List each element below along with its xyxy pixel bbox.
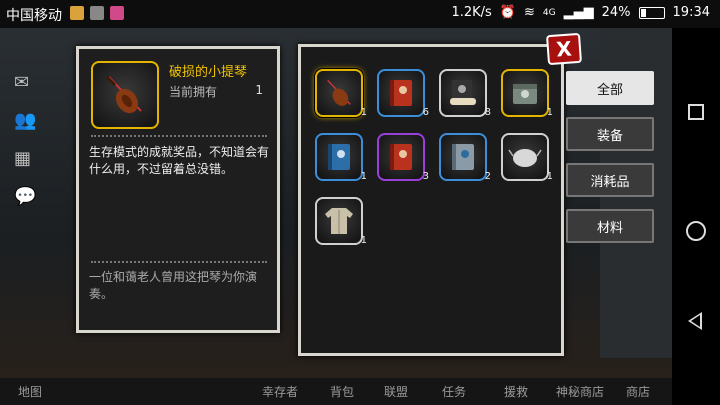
mail-icon[interactable]: ✉ <box>14 72 40 94</box>
item-description: 生存模式的成就奖品，不知道会有什么用，不过留着总没错。 <box>89 145 270 176</box>
item-count: 2 <box>484 171 491 182</box>
clock: 19:34 <box>672 5 710 20</box>
violin-icon <box>327 79 351 106</box>
wifi-icon: ≋ <box>524 5 535 20</box>
friends-icon[interactable]: 👥 <box>14 110 40 132</box>
blue-book-icon <box>328 144 350 170</box>
item-name: 破损的小提琴 <box>169 65 248 80</box>
inventory-slot[interactable]: 1 <box>501 69 553 118</box>
status-bar: 中国移动 1.2K/s ⏰ ≋ 4G ▂▄▆ 24% 19:34 <box>0 0 720 28</box>
mask-icon <box>508 149 542 167</box>
inventory-slot[interactable]: 1 <box>315 197 367 246</box>
tab-consumables[interactable]: 消耗品 <box>566 163 654 197</box>
inventory-slot[interactable]: 1 <box>315 69 367 118</box>
inventory-slot[interactable]: 3 <box>377 133 429 182</box>
inventory-panel: 1 6 8 1 1 3 2 1 1 <box>298 44 564 356</box>
inventory-slot[interactable]: 6 <box>377 69 429 118</box>
item-count: 3 <box>422 171 429 182</box>
green-book-icon <box>513 84 537 104</box>
blueprint-icon <box>450 80 476 105</box>
alarm-icon: ⏰ <box>499 5 517 20</box>
divider <box>91 261 267 263</box>
calendar-icon[interactable]: ▦ <box>14 148 40 170</box>
nav-survivors[interactable]: 幸存者 <box>262 383 298 400</box>
item-count: 8 <box>484 107 491 118</box>
violin-icon <box>91 61 159 129</box>
item-count: 1 <box>360 171 367 182</box>
divider <box>91 135 267 137</box>
tab-materials[interactable]: 材料 <box>566 209 654 243</box>
inventory-slot[interactable]: 2 <box>439 133 491 182</box>
inventory-slot[interactable]: 1 <box>501 133 553 182</box>
bottom-nav: 地图 幸存者 背包 联盟 任务 援救 神秘商店 商店 <box>0 378 672 405</box>
app-notification-icon <box>70 6 84 20</box>
nav-alliance[interactable]: 联盟 <box>384 383 408 400</box>
nav-mystery-shop[interactable]: 神秘商店 <box>556 383 604 400</box>
notification-icons <box>70 6 124 20</box>
chat-icon[interactable]: 💬 <box>14 186 40 208</box>
owned-label: 当前拥有 <box>169 85 218 99</box>
item-count: 1 <box>360 107 367 118</box>
grey-book-icon <box>452 144 474 170</box>
home-icon[interactable] <box>686 221 706 241</box>
left-toolbar: ✉ 👥 ▦ 💬 <box>0 28 52 328</box>
owned-count: 1 <box>255 83 263 97</box>
back-icon[interactable] <box>688 312 702 330</box>
battery-level: 24% <box>601 5 631 20</box>
jacket-icon <box>325 208 353 234</box>
item-detail-panel: 破损的小提琴 当前拥有 1 生存模式的成就奖品，不知道会有什么用，不过留着总没错… <box>76 46 280 333</box>
nav-tasks[interactable]: 任务 <box>442 383 466 400</box>
tab-equipment[interactable]: 装备 <box>566 117 654 151</box>
red-book-icon <box>390 80 412 106</box>
red-book-icon <box>390 144 412 170</box>
nav-shop[interactable]: 商店 <box>626 383 650 400</box>
app-notification-icon <box>90 6 104 20</box>
item-count: 1 <box>546 107 553 118</box>
nav-map[interactable]: 地图 <box>18 383 42 400</box>
nav-rescue[interactable]: 援救 <box>504 383 528 400</box>
network-type: 4G <box>542 7 556 18</box>
inventory-slot[interactable]: 8 <box>439 69 491 118</box>
app-notification-icon <box>110 6 124 20</box>
recent-apps-icon[interactable] <box>688 104 704 120</box>
item-count: 1 <box>360 235 367 246</box>
inventory-slot[interactable]: 1 <box>315 133 367 182</box>
android-nav-bar <box>672 28 720 405</box>
nav-backpack[interactable]: 背包 <box>330 383 354 400</box>
item-count: 6 <box>422 107 429 118</box>
signal-icon: ▂▄▆ <box>563 5 594 20</box>
carrier-label: 中国移动 <box>6 8 62 24</box>
item-flavor-text: 一位和蔼老人曾用这把琴为你演奏。 <box>89 270 258 301</box>
close-button[interactable]: X <box>545 32 583 66</box>
item-count: 1 <box>546 171 553 182</box>
battery-icon <box>638 6 665 19</box>
tab-all[interactable]: 全部 <box>566 71 654 105</box>
net-speed: 1.2K/s <box>451 5 492 20</box>
